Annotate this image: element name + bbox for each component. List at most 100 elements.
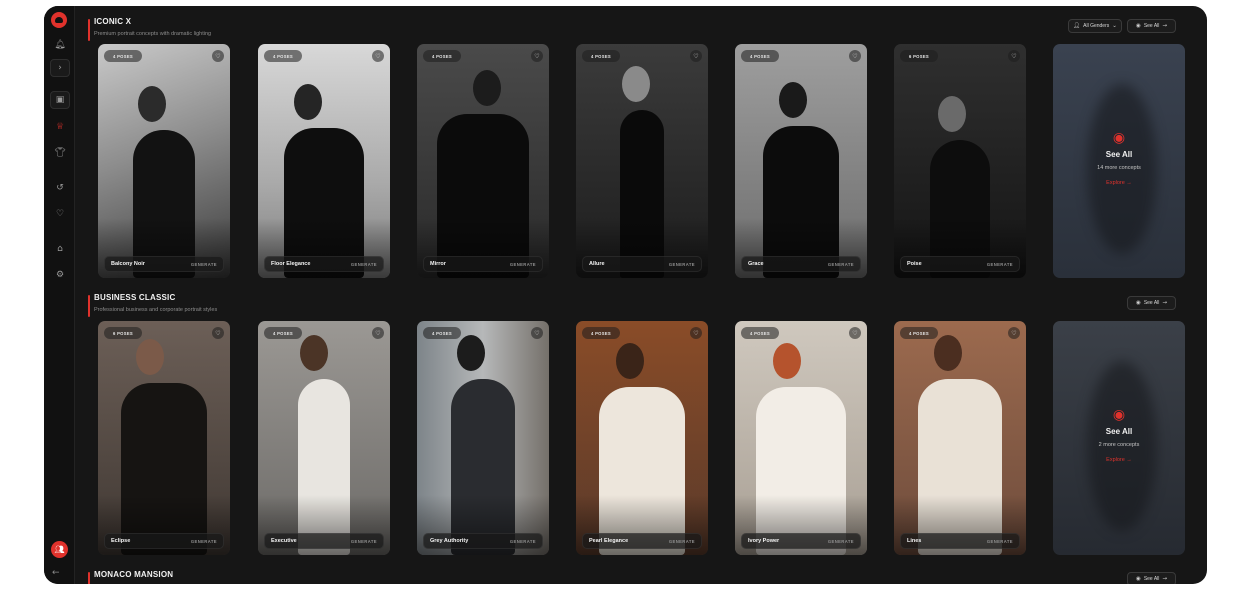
concept-card[interactable]: 4 POSES ♡ Grace GENERATE [735, 44, 867, 278]
logo-icon[interactable] [51, 12, 67, 28]
see-all-label: See All [1143, 576, 1160, 582]
section-subtitle: Premium portrait concepts with dramatic … [94, 31, 212, 37]
see-all-card[interactable]: ◉ See All 2 more concepts Explore → [1053, 321, 1185, 555]
generate-button[interactable]: GENERATE [351, 262, 377, 267]
generate-button[interactable]: GENERATE [828, 262, 854, 267]
arrow-right-icon: → [1162, 576, 1167, 582]
card-footer: Balcony Noir GENERATE [104, 256, 224, 272]
see-all-button[interactable]: ◉ See All → [1127, 19, 1176, 33]
favorite-heart-icon[interactable]: ♡ [1008, 50, 1020, 62]
concept-card[interactable]: 4 POSES ♡ Floor Elegance GENERATE [258, 44, 390, 278]
more-concepts-count: 2 more concepts [1098, 442, 1140, 448]
favorite-heart-icon[interactable]: ♡ [849, 327, 861, 339]
explore-link[interactable]: Explore → [1053, 457, 1185, 463]
card-footer: Grey Authority GENERATE [423, 533, 543, 549]
avatar[interactable]: 👥︎ [51, 541, 68, 558]
gear-icon[interactable]: ⚙ [50, 266, 70, 284]
history-icon[interactable]: ↺ [50, 179, 70, 197]
concept-name: Floor Elegance [271, 261, 311, 267]
favorite-heart-icon[interactable]: ♡ [531, 327, 543, 339]
more-concepts-count: 14 more concepts [1097, 165, 1141, 171]
card-footer: Poise GENERATE [900, 256, 1020, 272]
concept-name: Balcony Noir [111, 261, 145, 267]
poses-badge: 4 POSES [264, 327, 303, 339]
explore-link[interactable]: Explore → [1053, 180, 1185, 186]
see-all-label: See All [1143, 23, 1160, 29]
concept-card[interactable]: 6 POSES ♡ Poise GENERATE [894, 44, 1026, 278]
poses-badge: 4 POSES [582, 50, 621, 62]
generate-button[interactable]: GENERATE [191, 262, 217, 267]
concept-card[interactable]: 6 POSES ♡ Eclipse GENERATE [98, 321, 230, 555]
concept-card[interactable]: 4 POSES ♡ Lines GENERATE [894, 321, 1026, 555]
shirt-icon[interactable]: 👕︎ [50, 144, 70, 162]
concept-name: Ivory Power [748, 538, 780, 544]
concept-card[interactable]: 4 POSES ♡ Ivory Power GENERATE [735, 321, 867, 555]
see-all-content: ◉ See All 2 more concepts Explore → [1053, 407, 1185, 463]
poses-badge: 4 POSES [423, 327, 462, 339]
section-title: BUSINESS CLASSIC [94, 293, 176, 302]
favorite-heart-icon[interactable]: ♡ [372, 50, 384, 62]
figure-head [773, 343, 801, 379]
card-footer: Grace GENERATE [741, 256, 861, 272]
generate-button[interactable]: GENERATE [191, 539, 217, 544]
gender-filter-label: All Genders [1083, 23, 1110, 29]
card-footer: Allure GENERATE [582, 256, 702, 272]
collapse-sidebar-icon[interactable]: ← [52, 568, 60, 578]
generate-button[interactable]: GENERATE [828, 539, 854, 544]
concept-card[interactable]: 4 POSES ♡ Mirror GENERATE [417, 44, 549, 278]
see-all-title: See All [1105, 150, 1133, 159]
favorite-heart-icon[interactable]: ♡ [690, 327, 702, 339]
concept-name: Mirror [430, 261, 446, 267]
generate-button[interactable]: GENERATE [669, 539, 695, 544]
concept-name: Grace [748, 261, 764, 267]
figure-head [779, 82, 807, 118]
poses-badge: 4 POSES [741, 50, 780, 62]
favorite-heart-icon[interactable]: ♡ [849, 50, 861, 62]
card-footer: Mirror GENERATE [423, 256, 543, 272]
favorite-heart-icon[interactable]: ♡ [690, 50, 702, 62]
poses-badge: 4 POSES [423, 50, 462, 62]
eye-icon: ◉ [1136, 300, 1141, 306]
favorite-heart-icon[interactable]: ♡ [372, 327, 384, 339]
concept-card[interactable]: 4 POSES ♡ Grey Authority GENERATE [417, 321, 549, 555]
bell-icon[interactable]: 🔔︎ [50, 36, 70, 54]
see-all-button[interactable]: ◉ See All → [1127, 572, 1176, 584]
generate-button[interactable]: GENERATE [987, 262, 1013, 267]
eye-icon: ◉ [1112, 130, 1126, 146]
poses-badge: 4 POSES [104, 50, 143, 62]
favorite-heart-icon[interactable]: ♡ [212, 50, 224, 62]
see-all-button[interactable]: ◉ See All → [1127, 296, 1176, 310]
arrow-right-icon: → [1162, 300, 1167, 306]
concept-card[interactable]: 4 POSES ♡ Executive GENERATE [258, 321, 390, 555]
sidebar: 🔔︎ › ▣ ♕ 👕︎ ↺ ♡ ⌂ ⚙ 👥︎ ← [44, 6, 75, 584]
see-all-card[interactable]: ◉ See All 14 more concepts Explore → [1053, 44, 1185, 278]
favorite-heart-icon[interactable]: ♡ [212, 327, 224, 339]
user-icon: 👤︎ [1073, 23, 1081, 29]
concept-card[interactable]: 4 POSES ♡ Allure GENERATE [576, 44, 708, 278]
eye-icon: ◉ [1136, 576, 1141, 582]
concept-card[interactable]: 4 POSES ♡ Pearl Elegance GENERATE [576, 321, 708, 555]
gender-filter-dropdown[interactable]: 👤︎ All Genders ⌄ [1068, 19, 1122, 33]
heart-icon[interactable]: ♡ [50, 205, 70, 223]
concept-card[interactable]: 4 POSES ♡ Balcony Noir GENERATE [98, 44, 230, 278]
generate-button[interactable]: GENERATE [510, 539, 536, 544]
see-all-title: See All [1105, 427, 1133, 436]
image-icon[interactable]: ▣ [50, 91, 70, 109]
home-icon[interactable]: ⌂ [50, 240, 70, 258]
see-all-label: See All [1143, 300, 1160, 306]
generate-button[interactable]: GENERATE [351, 539, 377, 544]
favorite-heart-icon[interactable]: ♡ [1008, 327, 1020, 339]
card-footer: Eclipse GENERATE [104, 533, 224, 549]
generate-button[interactable]: GENERATE [987, 539, 1013, 544]
eye-icon: ◉ [1112, 407, 1126, 423]
chevron-right-icon[interactable]: › [50, 59, 70, 77]
generate-button[interactable]: GENERATE [510, 262, 536, 267]
crown-icon[interactable]: ♕ [50, 118, 70, 136]
generate-button[interactable]: GENERATE [669, 262, 695, 267]
concept-name: Allure [589, 261, 605, 267]
concept-name: Executive [271, 538, 297, 544]
card-footer: Executive GENERATE [264, 533, 384, 549]
section-accent-bar [88, 572, 90, 584]
favorite-heart-icon[interactable]: ♡ [531, 50, 543, 62]
figure-head [938, 96, 966, 132]
